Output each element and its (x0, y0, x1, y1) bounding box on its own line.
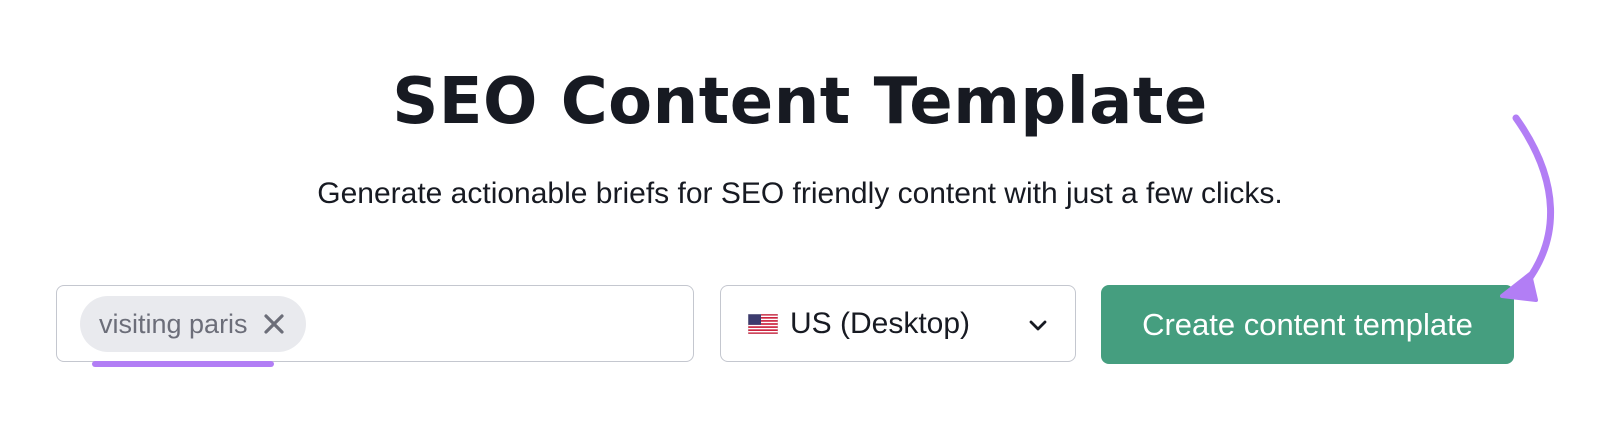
close-icon[interactable] (262, 312, 286, 336)
us-flag-icon (747, 313, 779, 334)
chevron-down-icon (1027, 314, 1049, 336)
keyword-chip: visiting paris (80, 296, 306, 352)
keyword-chip-label: visiting paris (99, 308, 248, 339)
create-content-template-button[interactable]: Create content template (1101, 285, 1514, 364)
keyword-input[interactable]: visiting paris (56, 285, 694, 362)
curved-arrow-icon (1500, 114, 1555, 302)
database-select-label: US (Desktop) (790, 306, 971, 340)
page-subtitle: Generate actionable briefs for SEO frien… (317, 177, 1283, 210)
seo-content-template-page: SEO Content Template Generate actionable… (0, 0, 1600, 438)
page-title: SEO Content Template (392, 65, 1208, 139)
database-select[interactable]: US (Desktop) (720, 285, 1076, 362)
keyword-highlight-underline (92, 361, 274, 367)
